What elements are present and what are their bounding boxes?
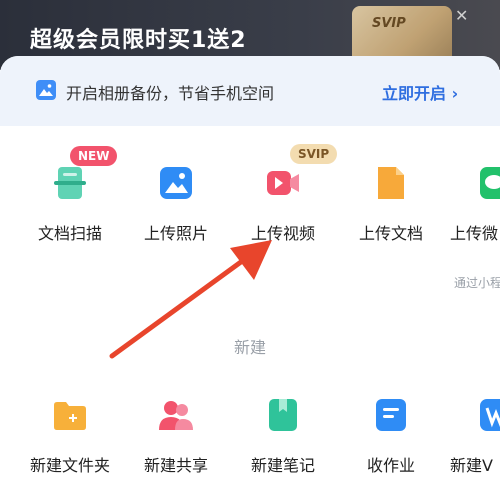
new-doc-tile[interactable]: 新建V	[446, 396, 500, 476]
upload-photo-label: 上传照片	[143, 224, 208, 243]
album-backup-text: 开启相册备份，节省手机空间	[66, 84, 275, 103]
enable-backup-link[interactable]: 立即开启 ›	[382, 80, 458, 104]
share-people-icon	[157, 396, 195, 434]
new-folder-label: 新建文件夹	[29, 456, 110, 475]
upload-video-tile[interactable]: 上传视频	[233, 164, 333, 244]
document-icon	[372, 164, 410, 202]
upload-document-label: 上传文档	[358, 224, 423, 243]
new-badge: NEW	[70, 146, 118, 166]
new-doc-icon	[477, 396, 500, 434]
wechat-icon	[477, 164, 500, 202]
album-backup-banner[interactable]: 开启相册备份，节省手机空间 立即开启 ›	[0, 56, 500, 126]
scan-icon	[51, 164, 89, 202]
svip-badge: SVIP	[290, 144, 338, 164]
enable-backup-label: 立即开启	[382, 84, 447, 103]
video-icon	[264, 164, 302, 202]
upload-photo-tile[interactable]: 上传照片	[126, 164, 226, 244]
new-doc-label: 新建V	[450, 456, 493, 475]
svip-card-text: SVIP	[372, 16, 406, 31]
folder-add-icon	[51, 396, 89, 434]
doc-scan-label: 文档扫描	[37, 224, 102, 243]
new-note-label: 新建笔记	[250, 456, 315, 475]
new-note-tile[interactable]: 新建笔记	[233, 396, 333, 476]
album-icon	[36, 80, 56, 100]
new-share-tile[interactable]: 新建共享	[126, 396, 226, 476]
promo-title: 超级会员限时买1送2	[30, 28, 247, 53]
section-title-create: 新建	[233, 338, 266, 357]
new-share-label: 新建共享	[143, 456, 208, 475]
upload-wechat-label: 上传微	[450, 224, 499, 243]
mini-program-note: 通过小程	[454, 276, 500, 290]
photo-icon	[157, 164, 195, 202]
homework-icon	[372, 396, 410, 434]
upload-wechat-tile[interactable]: 上传微	[446, 164, 500, 244]
collect-homework-tile[interactable]: 收作业	[341, 396, 441, 476]
upload-document-tile[interactable]: 上传文档	[341, 164, 441, 244]
action-sheet: 开启相册备份，节省手机空间 立即开启 › 文档扫描 NEW 上传照片 上传视频 …	[0, 56, 500, 500]
doc-scan-tile[interactable]: 文档扫描	[20, 164, 120, 244]
note-icon	[264, 396, 302, 434]
chevron-right-icon: ›	[451, 84, 459, 103]
collect-homework-label: 收作业	[366, 456, 415, 475]
new-folder-tile[interactable]: 新建文件夹	[20, 396, 120, 476]
upload-video-label: 上传视频	[250, 224, 315, 243]
close-icon[interactable]: ✕	[455, 6, 468, 25]
